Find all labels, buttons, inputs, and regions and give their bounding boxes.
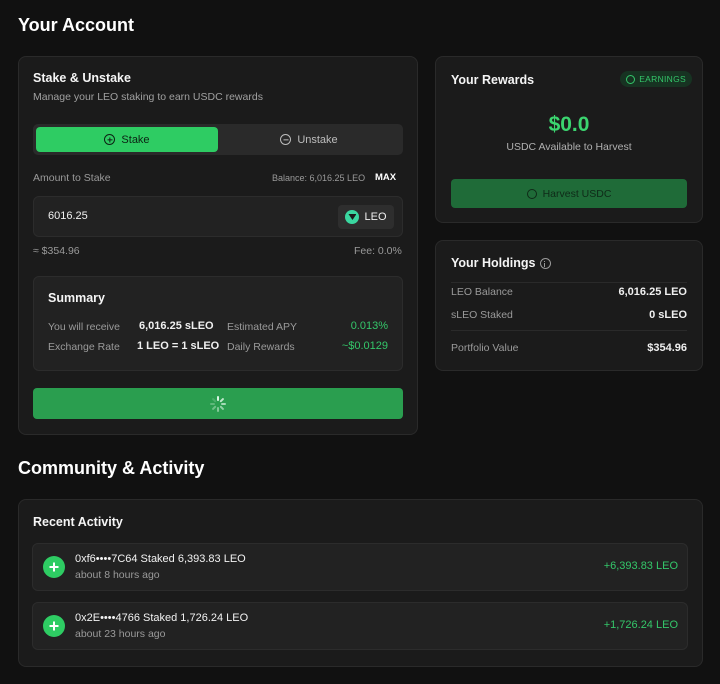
plus-icon [43, 556, 65, 578]
recent-activity-title: Recent Activity [33, 515, 123, 529]
plus-circle-icon [104, 134, 116, 145]
stake-card-subtitle: Manage your LEO staking to earn USDC rew… [33, 91, 263, 103]
dollar-circle-icon [526, 188, 537, 199]
rewards-amount: $0.0 [548, 113, 590, 136]
tab-stake-label: Stake [121, 133, 150, 146]
amount-value: 6016.25 [48, 210, 88, 222]
leo-logo-icon [345, 210, 360, 224]
sleo-staked-value: 0 sLEO [649, 309, 687, 321]
tab-stake[interactable]: Stake [36, 127, 218, 152]
plus-icon [43, 615, 65, 637]
daily-value: ~$0.0129 [341, 340, 388, 352]
activity-time: about 23 hours ago [75, 628, 166, 640]
token-selector[interactable]: LEO [338, 205, 394, 229]
rewards-title: Your Rewards [451, 73, 535, 87]
usd-equivalent: ≈ $354.96 [33, 245, 80, 257]
activity-amount: +1,726.24 LEO [603, 619, 678, 631]
portfolio-value-label: Portfolio Value [451, 342, 519, 354]
holdings-title-text: Your Holdings [451, 256, 536, 270]
tab-unstake-label: Unstake [297, 133, 338, 146]
activity-time: about 8 hours ago [75, 569, 160, 581]
leo-balance-value: 6,016.25 LEO [618, 286, 688, 298]
info-icon[interactable] [539, 258, 551, 270]
leo-balance-label: LEO Balance [451, 286, 513, 298]
amount-input[interactable]: 6016.25 LEO [33, 196, 403, 237]
loading-spinner-icon [210, 395, 226, 412]
sleo-staked-label: sLEO Staked [451, 309, 513, 321]
minus-circle-icon [280, 134, 292, 145]
activity-amount: +6,393.83 LEO [603, 560, 678, 572]
dollar-circle-icon [626, 74, 636, 84]
receive-value: 6,016.25 sLEO [139, 320, 214, 332]
activity-text: 0xf6••••7C64 Staked 6,393.83 LEO [75, 553, 246, 565]
apy-label: Estimated APY [227, 321, 298, 333]
holdings-title: Your Holdings [451, 256, 551, 270]
stake-toggle: Stake Unstake [33, 124, 403, 155]
tab-unstake[interactable]: Unstake [218, 127, 400, 152]
rate-label: Exchange Rate [48, 341, 120, 353]
harvest-label: Harvest USDC [542, 187, 612, 200]
page-title: Your Account [18, 15, 134, 35]
summary-title: Summary [48, 291, 105, 305]
list-item[interactable]: 0x2E••••4766 Staked 1,726.24 LEO about 2… [32, 602, 688, 650]
max-button[interactable]: MAX [375, 172, 396, 183]
token-label: LEO [364, 211, 387, 223]
list-item[interactable]: 0xf6••••7C64 Staked 6,393.83 LEO about 8… [32, 543, 688, 591]
rewards-caption: USDC Available to Harvest [506, 141, 632, 153]
apy-value: 0.013% [350, 320, 388, 332]
portfolio-value: $354.96 [647, 342, 687, 354]
earnings-badge: EARNINGS [620, 71, 692, 87]
rate-value: 1 LEO = 1 sLEO [137, 340, 220, 352]
activity-text: 0x2E••••4766 Staked 1,726.24 LEO [75, 612, 249, 624]
daily-label: Daily Rewards [227, 341, 295, 353]
divider [451, 330, 687, 331]
receive-label: You will receive [48, 321, 120, 333]
amount-label: Amount to Stake [33, 172, 111, 184]
stake-card-title: Stake & Unstake [33, 71, 131, 85]
earnings-badge-label: EARNINGS [639, 74, 686, 84]
divider [451, 282, 687, 283]
harvest-usdc-button[interactable]: Harvest USDC [451, 179, 687, 208]
stake-submit-button[interactable] [33, 388, 403, 419]
balance-text: Balance: 6,016.25 LEO [272, 173, 366, 183]
fee-text: Fee: 0.0% [354, 245, 402, 257]
community-title: Community & Activity [18, 458, 205, 478]
